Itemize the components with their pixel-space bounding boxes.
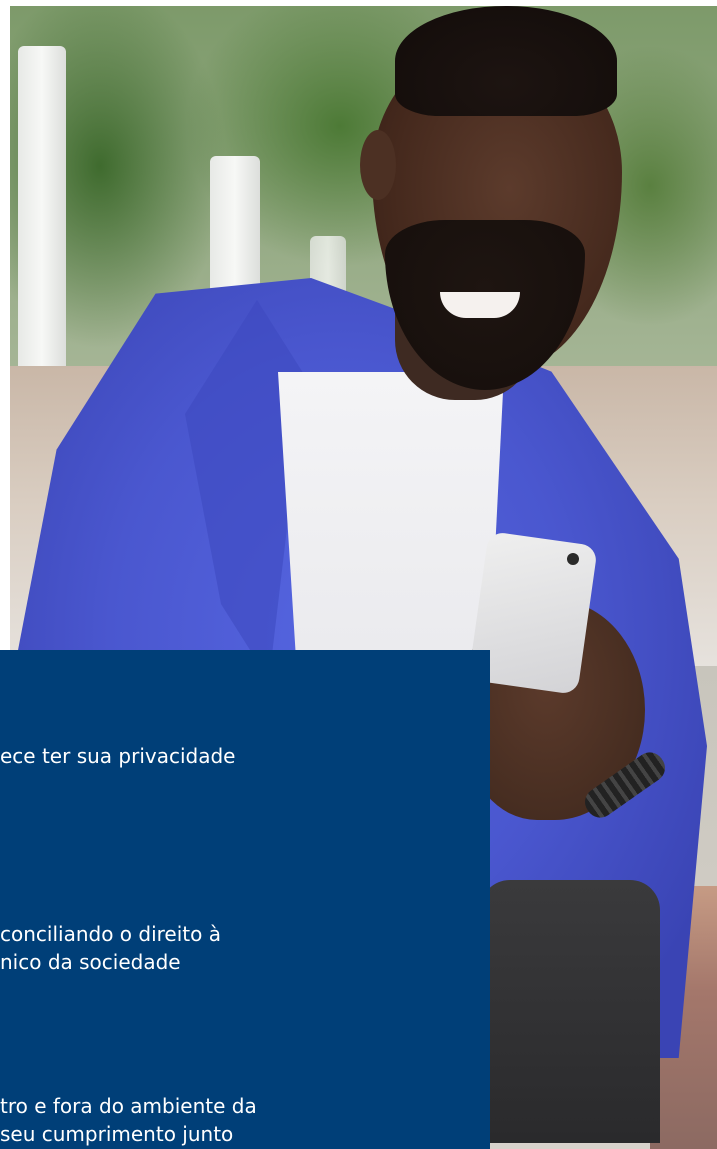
panel-paragraph: ece ter sua privacidade [0,742,235,770]
panel-paragraph: tro e fora do ambiente da seu cumpriment… [0,1092,257,1148]
ear [360,130,396,200]
paragraph-line: tro e fora do ambiente da [0,1094,257,1118]
hair [395,6,617,116]
paragraph-line: conciliando o direito à [0,922,221,946]
page: ece ter sua privacidade conciliando o di… [0,0,717,1149]
dark-jeans [480,880,660,1143]
panel-paragraph: conciliando o direito à nico da sociedad… [0,920,221,976]
phone-camera-icon [567,553,579,565]
background-pillar [18,46,66,376]
paragraph-line: ece ter sua privacidade [0,744,236,768]
paragraph-line: nico da sociedade [0,950,181,974]
text-panel: ece ter sua privacidade conciliando o di… [0,650,490,1149]
paragraph-line: seu cumprimento junto [0,1122,234,1146]
